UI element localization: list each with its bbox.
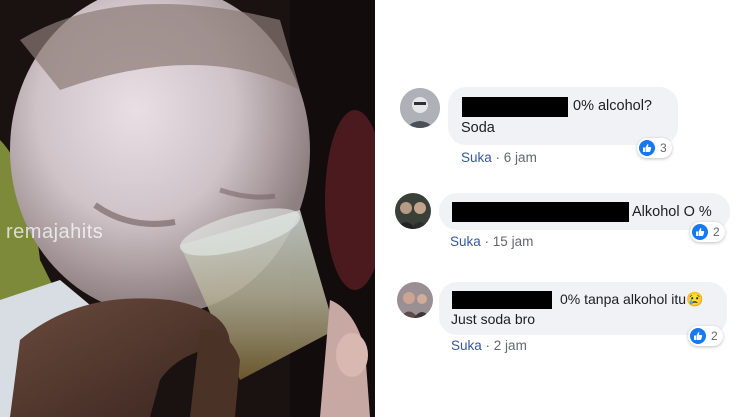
reaction-badge[interactable]: 2 <box>688 326 723 346</box>
avatar-group-photo-icon <box>395 193 431 229</box>
reaction-badge[interactable]: 3 <box>637 138 672 158</box>
like-link[interactable]: Suka <box>451 338 482 353</box>
commenter-avatar[interactable] <box>395 193 431 229</box>
reaction-count: 3 <box>660 141 667 155</box>
comment-time[interactable]: 6 jam <box>504 150 537 165</box>
reaction-badge[interactable]: 2 <box>690 222 725 242</box>
thumbs-up-icon <box>690 328 706 344</box>
redacted-name <box>452 202 629 222</box>
comments-panel: 0% alcohol? Soda Suka · 6 jam 3 Alkohol … <box>375 0 750 417</box>
meta-separator: · <box>495 150 504 165</box>
comment-text: Alkohol O % <box>632 204 712 220</box>
meta-separator: · <box>485 338 494 353</box>
reaction-count: 2 <box>711 329 718 343</box>
redacted-name <box>462 97 568 117</box>
watermark-text: remajahits <box>6 221 104 243</box>
thumbs-up-icon <box>692 224 708 240</box>
meta-separator: · <box>484 234 493 249</box>
avatar-face-icon <box>400 88 440 128</box>
comment-meta: Suka · 6 jam <box>461 150 537 165</box>
commenter-avatar[interactable] <box>397 282 433 318</box>
photo-panel: remajahits <box>0 0 375 417</box>
comment-time[interactable]: 15 jam <box>493 234 534 249</box>
redacted-name <box>452 291 552 309</box>
avatar-group-photo-icon <box>397 282 433 318</box>
like-link[interactable]: Suka <box>461 150 492 165</box>
thumbs-up-icon <box>639 140 655 156</box>
comment-meta: Suka · 15 jam <box>450 234 533 249</box>
reaction-count: 2 <box>713 225 720 239</box>
commenter-avatar[interactable] <box>400 88 440 128</box>
like-link[interactable]: Suka <box>450 234 481 249</box>
comment-meta: Suka · 2 jam <box>451 338 527 353</box>
comment-text: 0% alcohol? <box>573 98 652 114</box>
comment-time[interactable]: 2 jam <box>494 338 527 353</box>
baby-drinking-photo <box>0 0 375 417</box>
comment-text-line2: Just soda bro <box>451 311 536 327</box>
comment-text: 0% tanpa alkohol itu😢 <box>560 291 704 307</box>
comment-text-line2: Soda <box>461 120 495 136</box>
